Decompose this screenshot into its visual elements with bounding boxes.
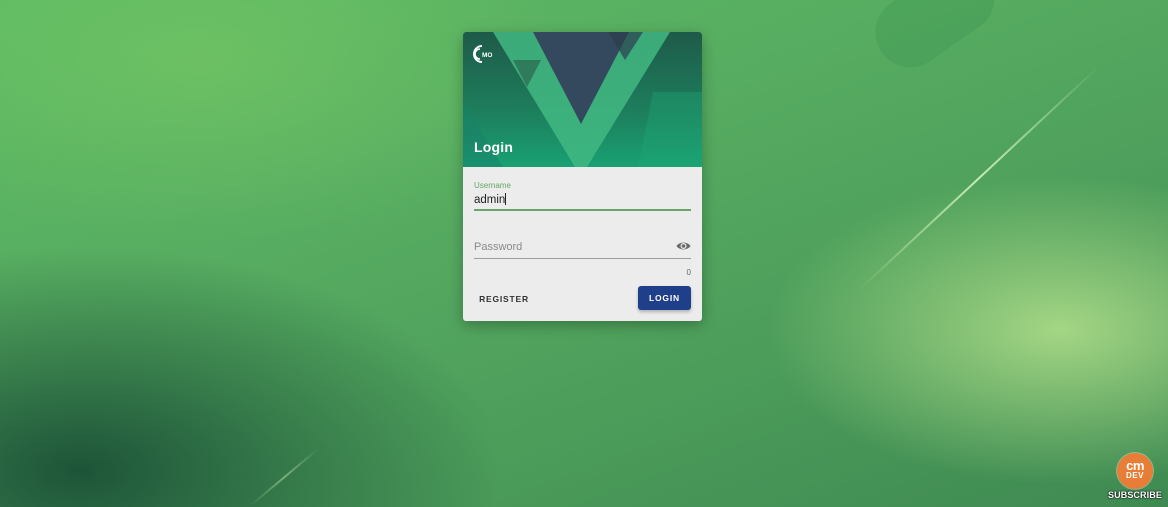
username-value: admin xyxy=(474,194,506,206)
channel-logo[interactable]: cm DEV xyxy=(1117,453,1153,489)
login-card-header: MO Login xyxy=(463,32,702,167)
username-input[interactable]: admin xyxy=(474,193,691,207)
login-title: Login xyxy=(474,139,514,155)
background: MO Login Username admin Password 0 REGIS… xyxy=(0,0,1168,507)
subscribe-label[interactable]: SUBSCRIBE xyxy=(1108,490,1162,500)
password-field[interactable]: Password 0 xyxy=(474,240,691,277)
username-label: Username xyxy=(474,181,511,190)
register-button[interactable]: REGISTER xyxy=(474,287,534,311)
username-underline xyxy=(474,209,691,211)
login-button[interactable]: LOGIN xyxy=(638,286,691,310)
svg-text:MO: MO xyxy=(482,52,492,59)
background-streak xyxy=(249,447,320,507)
brand-logo-icon: MO xyxy=(473,45,492,63)
username-field[interactable]: Username admin xyxy=(474,181,691,211)
password-input[interactable]: Password xyxy=(474,241,691,253)
background-streak xyxy=(857,65,1101,292)
password-char-counter: 0 xyxy=(686,268,691,277)
login-card: MO Login Username admin Password 0 REGIS… xyxy=(463,32,702,321)
eye-icon[interactable] xyxy=(676,240,691,252)
background-decoration xyxy=(861,0,1009,81)
text-cursor xyxy=(505,193,507,205)
channel-logo-subtext: DEV xyxy=(1126,471,1144,480)
password-underline xyxy=(474,258,691,259)
